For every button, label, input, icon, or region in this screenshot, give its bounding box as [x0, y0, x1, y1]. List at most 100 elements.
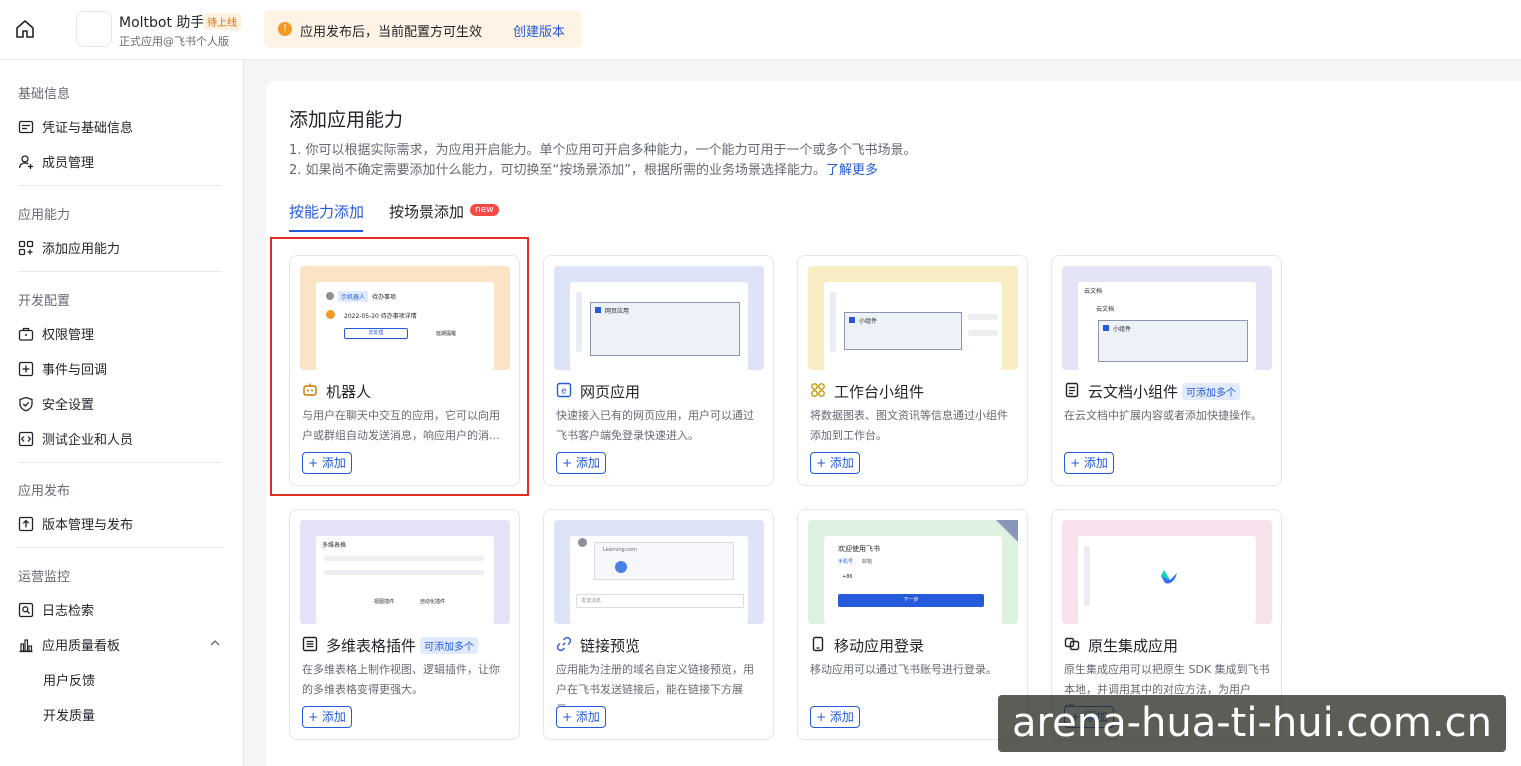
home-icon[interactable]	[14, 18, 36, 40]
new-badge: new	[470, 204, 499, 216]
tab-by-capability[interactable]: 按能力添加	[289, 201, 364, 222]
thumbnail-widget: 小组件	[1098, 320, 1248, 362]
thumbnail-placeholder	[324, 556, 484, 561]
thumbnail-sidebar	[1084, 546, 1090, 606]
web-app-icon: e	[556, 382, 572, 398]
add-button[interactable]: + 添加	[1064, 452, 1114, 474]
chevron-up-icon[interactable]	[210, 639, 220, 647]
sidebar-subitem-dev-quality[interactable]: 开发质量	[43, 705, 95, 724]
sidebar-item-add-capability[interactable]: 添加应用能力	[18, 238, 120, 257]
capability-card-web-app[interactable]: 网页应用 e 网页应用 快速接入已有的网页应用，用户可以通过飞书客户端免登录快速…	[543, 255, 774, 486]
thumbnail-widget: 小组件	[844, 312, 962, 350]
sidebar: 基础信息 凭证与基础信息 成员管理 应用能力 添加应用能力 开发配置 权限管理 …	[0, 60, 244, 766]
sidebar-subitem-feedback[interactable]: 用户反馈	[43, 670, 95, 689]
thumbnail-text: 发送消息	[581, 598, 602, 604]
add-button[interactable]: + 添加	[810, 706, 860, 728]
card-badge: 可添加多个	[1182, 383, 1240, 400]
sidebar-section-release: 应用发布	[18, 484, 71, 499]
sidebar-item-label: 凭证与基础信息	[42, 121, 134, 136]
card-thumbnail: 欢迎使用飞书 手机号 邮箱 +86 下一步	[808, 520, 1018, 624]
active-tab-indicator	[289, 230, 363, 232]
thumbnail-text: 邮箱	[862, 559, 873, 565]
card-description: 将数据图表、图文资讯等信息通过小组件添加到工作台。	[810, 409, 1008, 442]
sidebar-item-logs[interactable]: 日志检索	[18, 600, 94, 619]
thumbnail-text: 网页应用	[605, 308, 630, 315]
thumbnail-screen: 云文档 云文档 小组件	[1078, 282, 1256, 370]
capability-card-mobile-login[interactable]: 欢迎使用飞书 手机号 邮箱 +86 下一步 移动应用登录 移动应用可以通过飞书账…	[797, 509, 1028, 740]
avatar	[578, 538, 587, 547]
sidebar-item-credentials[interactable]: 凭证与基础信息	[18, 117, 133, 136]
sidebar-item-versions[interactable]: 版本管理与发布	[18, 514, 133, 533]
divider	[18, 547, 222, 548]
card-description: 快速接入已有的网页应用，用户可以通过飞书客户端免登录快速进入。	[556, 409, 754, 442]
learn-more-link[interactable]: 了解更多	[826, 163, 878, 178]
thumbnail-text: 小组件	[859, 318, 878, 325]
card-thumbnail: 云文档 云文档 小组件	[1062, 266, 1272, 370]
publish-notice: ! 应用发布后，当前配置方可生效 创建版本	[264, 10, 582, 48]
app-name: Moltbot 助手	[119, 15, 205, 31]
sidebar-item-quality[interactable]: 应用质量看板	[18, 635, 222, 654]
sidebar-item-security[interactable]: 安全设置	[18, 394, 94, 413]
card-thumbnail: Learning.com 发送消息	[554, 520, 764, 624]
card-title: 网页应用	[580, 383, 641, 401]
app-avatar	[76, 11, 112, 47]
qr-corner-icon	[996, 520, 1018, 542]
sidebar-section-capability: 应用能力	[18, 208, 71, 223]
tab-by-scenario[interactable]: 按场景添加	[389, 201, 464, 222]
sidebar-item-label: 应用质量看板	[42, 639, 121, 654]
description-line-2: 2. 如果尚不确定需要添加什么能力，可切换至“按场景添加”，根据所需的业务场景选…	[289, 159, 878, 178]
plus-square-icon	[18, 361, 34, 376]
card-title: 工作台小组件	[834, 383, 925, 401]
thumbnail-square	[1103, 325, 1109, 331]
add-button[interactable]: + 添加	[810, 452, 860, 474]
user-add-icon	[18, 154, 33, 169]
sidebar-item-label: 成员管理	[42, 156, 95, 171]
card-title: 链接预览	[580, 637, 641, 655]
thumbnail-text: 多维表格	[322, 542, 347, 549]
document-icon	[1065, 382, 1079, 398]
card-thumbnail	[1062, 520, 1272, 624]
log-search-icon	[18, 602, 34, 617]
warning-icon: !	[278, 22, 292, 36]
link-icon	[556, 636, 572, 652]
thumbnail-text: 欢迎使用飞书	[838, 545, 880, 553]
thumbnail-text: 下一步	[838, 594, 984, 607]
create-version-link[interactable]: 创建版本	[513, 21, 565, 40]
thumbnail-screen: 小组件	[824, 282, 1002, 370]
card-title: 原生集成应用	[1088, 637, 1179, 655]
sidebar-item-test-tenants[interactable]: 测试企业和人员	[18, 429, 133, 448]
thumbnail-square	[849, 317, 855, 323]
thumbnail-placeholder	[968, 330, 998, 336]
thumbnail-circle	[615, 561, 627, 573]
thumbnail-text: +86	[842, 574, 853, 580]
thumbnail-screen: 多维表格 视图插件 自动化插件	[316, 536, 494, 624]
top-bar: Moltbot 助手 待上线 正式应用@飞书个人版 ! 应用发布后，当前配置方可…	[0, 0, 1521, 60]
capability-card-link-preview[interactable]: Learning.com 发送消息 链接预览 应用能为注册的域名自定义链接预览，…	[543, 509, 774, 740]
capability-card-doc-widget[interactable]: 云文档 云文档 小组件 云文档小组件 可添加多个 在云文档中扩展内容或者添加快捷…	[1051, 255, 1282, 486]
thumbnail-text: 小组件	[1113, 326, 1132, 333]
thumbnail-text: 云文档	[1096, 306, 1115, 313]
add-button[interactable]: + 添加	[302, 706, 352, 728]
apps-add-icon	[18, 240, 34, 255]
capability-card-bitable-plugin[interactable]: 多维表格 视图插件 自动化插件 多维表格插件 可添加多个 在多维表格上制作视图、…	[289, 509, 520, 740]
thumbnail-window: 网页应用	[590, 302, 740, 356]
sidebar-item-label: 测试企业和人员	[42, 433, 134, 448]
link-preview-box: Learning.com	[594, 542, 734, 580]
thumbnail-placeholder	[324, 570, 484, 575]
card-thumbnail: 网页应用	[554, 266, 764, 370]
sidebar-item-members[interactable]: 成员管理	[18, 152, 94, 171]
add-button[interactable]: + 添加	[556, 706, 606, 728]
sidebar-item-permissions[interactable]: 权限管理	[18, 324, 94, 343]
code-icon	[18, 431, 34, 446]
thumbnail-sidebar	[830, 292, 836, 352]
add-button[interactable]: + 添加	[556, 452, 606, 474]
capability-card-workplace-widget[interactable]: 小组件 工作台小组件 将数据图表、图文资讯等信息通过小组件添加到工作台。 + 添…	[797, 255, 1028, 486]
id-card-icon	[18, 120, 34, 133]
sidebar-section-monitor: 运营监控	[18, 570, 71, 585]
sidebar-item-events[interactable]: 事件与回调	[18, 359, 107, 378]
divider	[18, 271, 222, 272]
card-title: 移动应用登录	[834, 637, 925, 655]
upload-icon	[18, 516, 34, 531]
thumbnail-placeholder	[968, 314, 998, 320]
bar-chart-icon	[19, 638, 33, 652]
